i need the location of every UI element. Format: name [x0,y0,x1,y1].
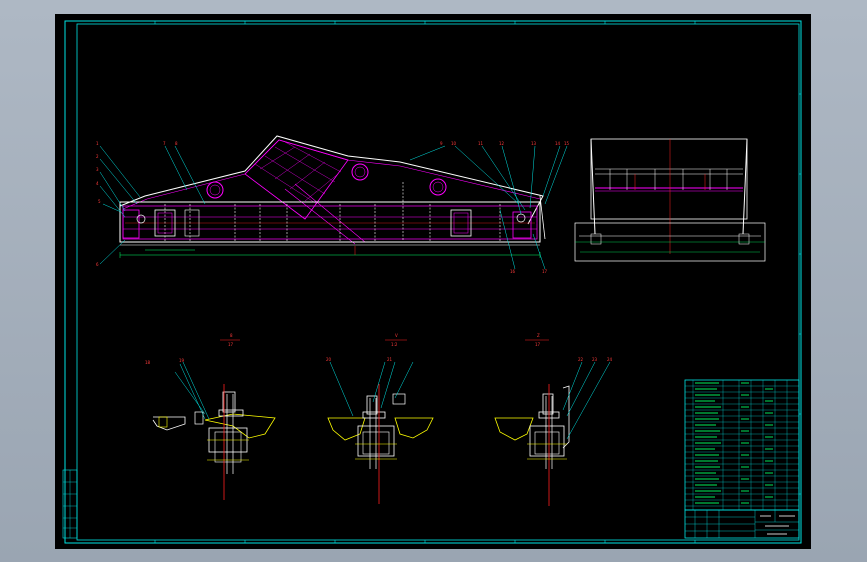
callout-3: 3 [96,167,99,172]
section-a-top-label: 8 [230,333,233,338]
callout-6: 6 [96,262,99,267]
callout-21: 21 [387,357,393,362]
section-b-bottom-label: 1:2 [391,342,398,347]
drawing-sheet[interactable]: 1 2 3 4 5 6 7 8 9 10 11 12 13 14 15 16 1… [55,14,811,549]
inner-frame [76,23,800,541]
detail-section-b[interactable]: V 1:2 20 21 [326,333,434,504]
callout-10: 10 [451,141,457,146]
callout-9: 9 [440,141,443,146]
outer-border [64,20,802,544]
main-elevation-view[interactable]: 1 2 3 4 5 6 7 8 9 10 11 12 13 14 15 16 1… [96,135,570,274]
detail-section-a[interactable]: 8 17 18 19 [145,333,276,500]
callout-15: 15 [564,141,570,146]
callout-14: 14 [555,141,561,146]
callout-13: 13 [531,141,537,146]
drawing-canvas: 1 2 3 4 5 6 7 8 9 10 11 12 13 14 15 16 1… [62,20,802,544]
detail-section-c[interactable]: Z 17 22 23 24 [494,333,613,506]
title-block[interactable] [684,509,800,539]
callout-22: 22 [578,357,584,362]
callout-19: 19 [179,358,185,363]
callout-23: 23 [592,357,598,362]
side-end-view[interactable] [574,138,766,262]
callout-8: 8 [175,141,178,146]
callout-11: 11 [478,141,484,146]
parts-list-table[interactable] [684,379,800,511]
callout-20: 20 [326,357,332,362]
callout-18: 18 [145,360,151,365]
callout-7: 7 [163,141,166,146]
section-c-top-label: Z [537,333,540,338]
callout-16: 16 [510,269,516,274]
section-b-top-label: V [395,333,398,338]
callout-17: 17 [542,269,548,274]
callout-4: 4 [96,181,99,186]
callout-5: 5 [98,199,101,204]
callout-1: 1 [96,141,99,146]
callout-12: 12 [499,141,505,146]
callout-24: 24 [607,357,613,362]
zone-ticks [154,21,801,543]
section-a-bottom-label: 17 [228,342,234,347]
callout-2: 2 [96,154,99,159]
section-c-bottom-label: 17 [535,342,541,347]
